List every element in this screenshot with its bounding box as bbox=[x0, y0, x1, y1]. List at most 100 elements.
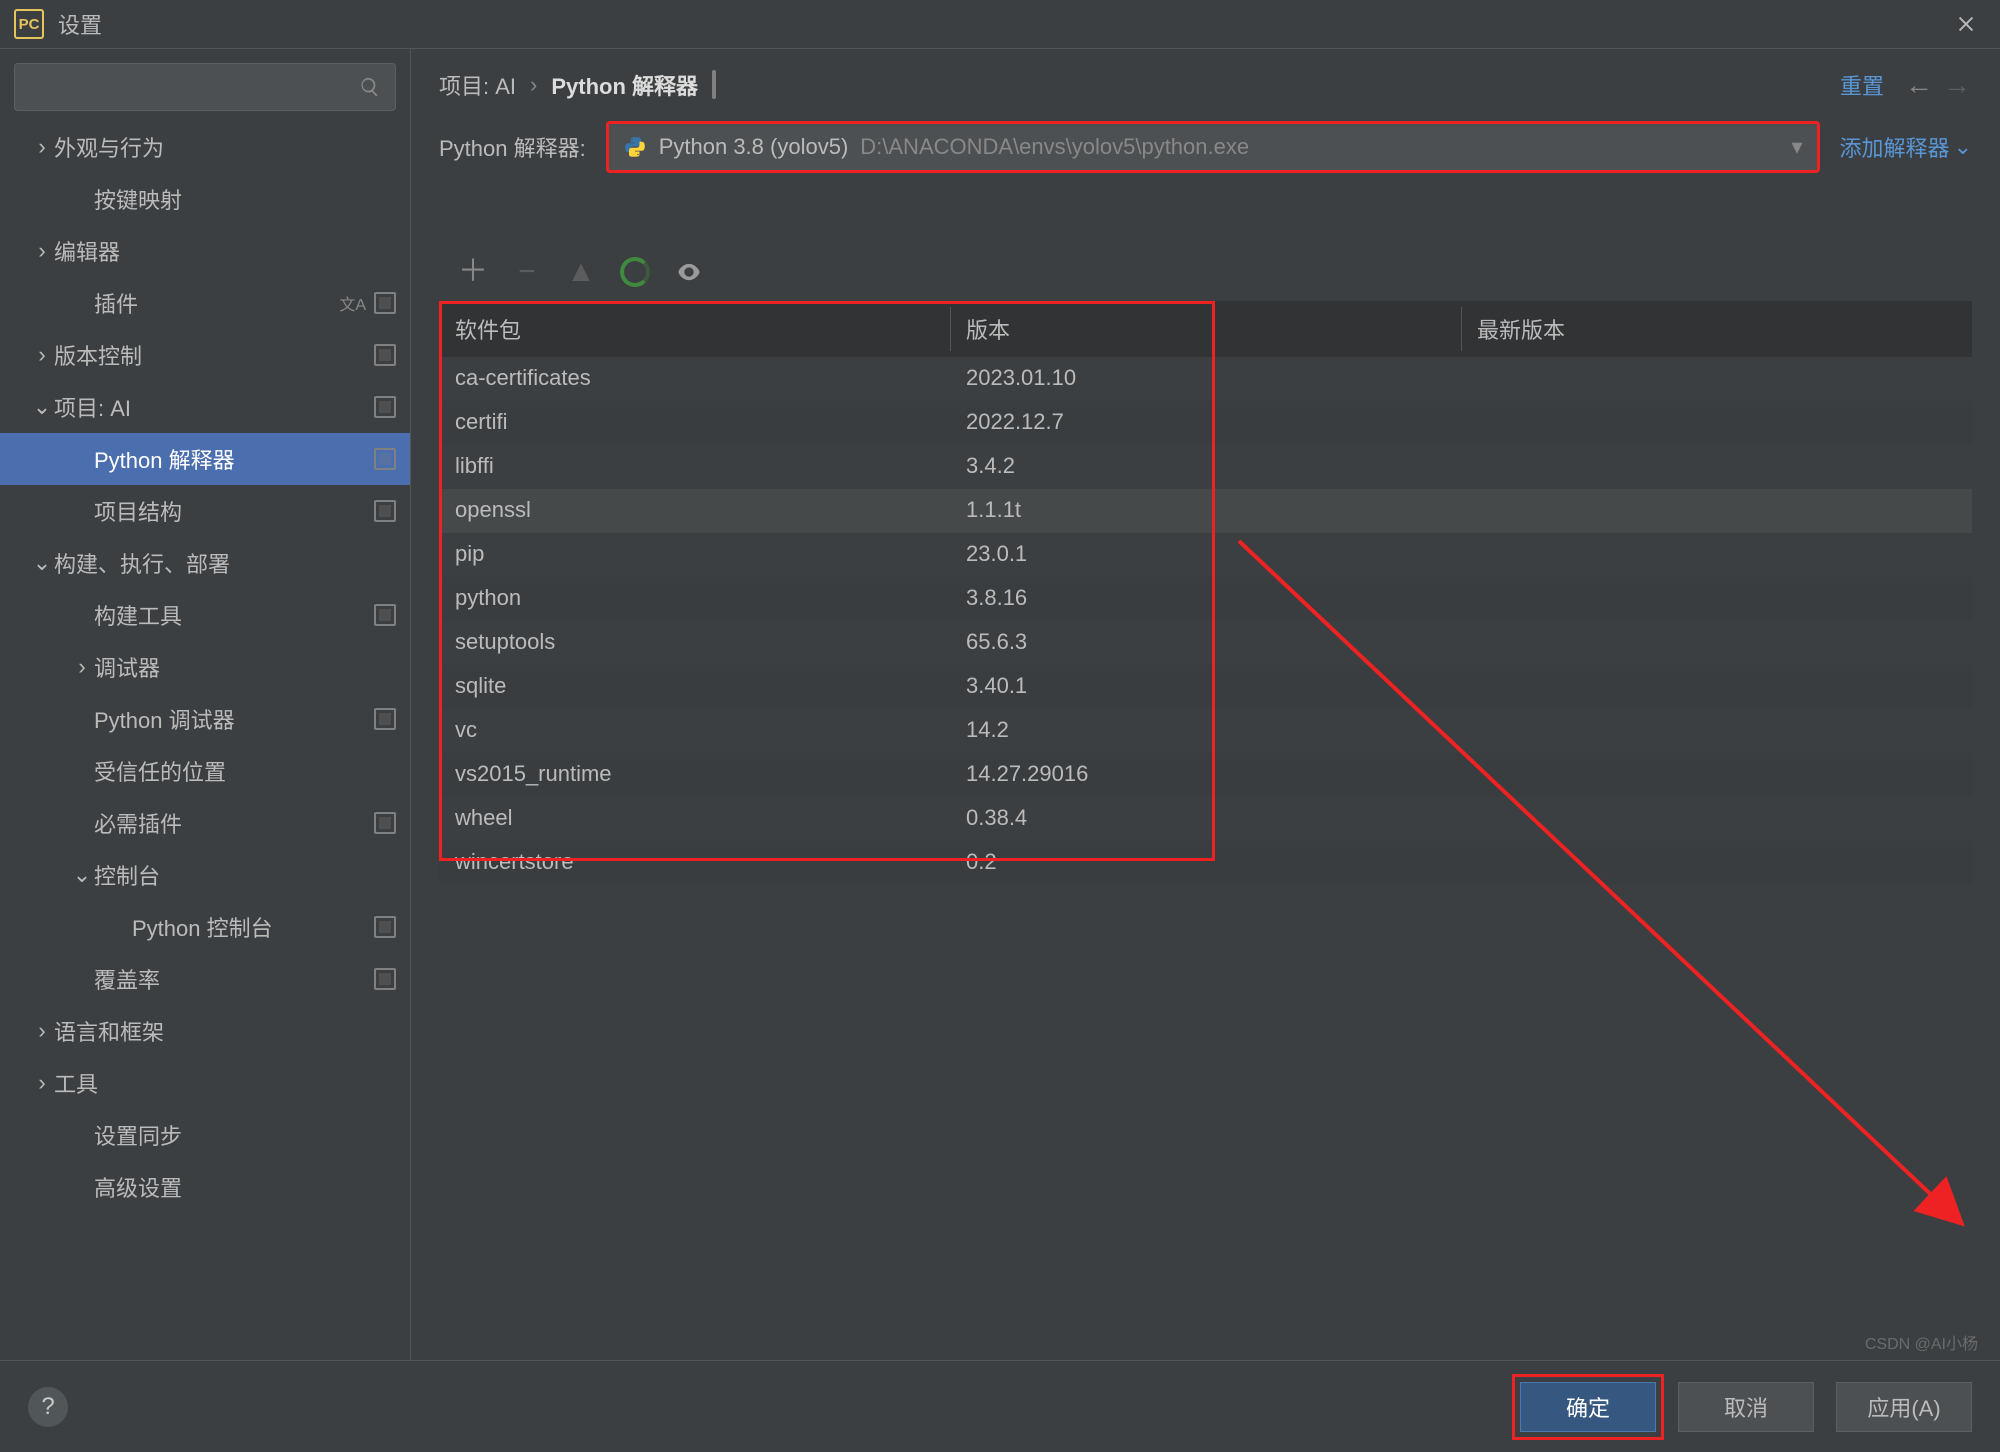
chevron-icon: ⌄ bbox=[70, 862, 94, 888]
table-cell bbox=[1461, 577, 1972, 621]
sidebar-item-label: 构建工具 bbox=[94, 599, 366, 631]
table-cell: 14.2 bbox=[950, 709, 1461, 753]
sidebar-item-label: 语言和框架 bbox=[54, 1015, 396, 1047]
cancel-button[interactable]: 取消 bbox=[1678, 1382, 1814, 1432]
breadcrumb: 项目: AI › Python 解释器 bbox=[439, 69, 1820, 101]
chevron-icon: › bbox=[30, 134, 54, 160]
interpreter-path: D:\ANACONDA\envs\yolov5\python.exe bbox=[860, 134, 1249, 160]
sidebar-item[interactable]: ·受信任的位置 bbox=[0, 745, 410, 797]
sidebar-item[interactable]: ›版本控制 bbox=[0, 329, 410, 381]
table-cell: 1.1.1t bbox=[950, 489, 1461, 533]
table-row[interactable]: certifi2022.12.7 bbox=[439, 401, 1972, 445]
table-header-row: 软件包 版本 最新版本 bbox=[439, 301, 1972, 357]
sidebar-item-label: 版本控制 bbox=[54, 339, 366, 371]
table-cell: 65.6.3 bbox=[950, 621, 1461, 665]
table-cell: 0.2 bbox=[950, 841, 1461, 885]
sidebar-item[interactable]: ·插件文A bbox=[0, 277, 410, 329]
back-icon[interactable]: ← bbox=[1904, 69, 1934, 101]
reset-link[interactable]: 重置 bbox=[1840, 69, 1884, 101]
table-cell: sqlite bbox=[439, 665, 950, 709]
sidebar-item[interactable]: ›工具 bbox=[0, 1057, 410, 1109]
python-icon bbox=[623, 135, 647, 159]
project-scope-icon bbox=[374, 968, 396, 990]
table-row[interactable]: vs2015_runtime14.27.29016 bbox=[439, 753, 1972, 797]
table-row[interactable]: python3.8.16 bbox=[439, 577, 1972, 621]
sidebar-item[interactable]: ·必需插件 bbox=[0, 797, 410, 849]
sidebar-item-label: 项目: AI bbox=[54, 391, 366, 423]
table-cell bbox=[1461, 709, 1972, 753]
col-package[interactable]: 软件包 bbox=[439, 301, 950, 357]
table-cell: 3.4.2 bbox=[950, 445, 1461, 489]
sidebar-item-label: 高级设置 bbox=[94, 1171, 396, 1203]
table-row[interactable]: pip23.0.1 bbox=[439, 533, 1972, 577]
apply-button[interactable]: 应用(A) bbox=[1836, 1382, 1972, 1432]
search-input[interactable] bbox=[14, 63, 396, 111]
sidebar-item[interactable]: ·覆盖率 bbox=[0, 953, 410, 1005]
project-scope-icon bbox=[374, 500, 396, 522]
sidebar-item[interactable]: ·项目结构 bbox=[0, 485, 410, 537]
sidebar-item[interactable]: ·Python 调试器 bbox=[0, 693, 410, 745]
table-row[interactable]: sqlite3.40.1 bbox=[439, 665, 1972, 709]
sidebar-item[interactable]: ·Python 解释器 bbox=[0, 433, 410, 485]
sidebar-item-label: 控制台 bbox=[94, 859, 396, 891]
show-early-releases-icon[interactable] bbox=[673, 256, 705, 288]
table-row[interactable]: ca-certificates2023.01.10 bbox=[439, 357, 1972, 401]
settings-sidebar: ›外观与行为·按键映射›编辑器·插件文A›版本控制⌄项目: AI·Python … bbox=[0, 49, 410, 1360]
sidebar-item[interactable]: ·按键映射 bbox=[0, 173, 410, 225]
sidebar-item[interactable]: ⌄构建、执行、部署 bbox=[0, 537, 410, 589]
chevron-down-icon: ▾ bbox=[1792, 134, 1803, 160]
sidebar-item[interactable]: ·Python 控制台 bbox=[0, 901, 410, 953]
chevron-icon: › bbox=[30, 342, 54, 368]
table-row[interactable]: vc14.2 bbox=[439, 709, 1972, 753]
project-scope-icon bbox=[374, 344, 396, 366]
crumb-page: Python 解释器 bbox=[551, 69, 698, 101]
reload-icon[interactable] bbox=[619, 256, 651, 288]
sidebar-item-label: 插件 bbox=[94, 287, 331, 319]
table-cell bbox=[1461, 841, 1972, 885]
interpreter-label: Python 解释器: bbox=[439, 131, 586, 163]
table-row[interactable]: wincertstore0.2 bbox=[439, 841, 1972, 885]
sidebar-item[interactable]: ›调试器 bbox=[0, 641, 410, 693]
table-row[interactable]: setuptools65.6.3 bbox=[439, 621, 1972, 665]
table-cell: 14.27.29016 bbox=[950, 753, 1461, 797]
language-icon: 文A bbox=[339, 291, 366, 315]
table-cell: 23.0.1 bbox=[950, 533, 1461, 577]
interpreter-select[interactable]: Python 3.8 (yolov5) D:\ANACONDA\envs\yol… bbox=[606, 121, 1820, 173]
sidebar-item[interactable]: ·高级设置 bbox=[0, 1161, 410, 1213]
sidebar-item[interactable]: ⌄项目: AI bbox=[0, 381, 410, 433]
sidebar-item[interactable]: ›外观与行为 bbox=[0, 121, 410, 173]
col-version[interactable]: 版本 bbox=[950, 301, 1461, 357]
close-icon[interactable] bbox=[1946, 4, 1986, 44]
chevron-down-icon: ⌄ bbox=[1954, 134, 1972, 160]
col-latest[interactable]: 最新版本 bbox=[1461, 301, 1972, 357]
forward-icon[interactable]: → bbox=[1942, 69, 1972, 101]
table-cell: pip bbox=[439, 533, 950, 577]
sidebar-item[interactable]: ›语言和框架 bbox=[0, 1005, 410, 1057]
add-interpreter-link[interactable]: 添加解释器 ⌄ bbox=[1840, 131, 1972, 163]
remove-package-icon[interactable]: − bbox=[511, 256, 543, 288]
table-cell: libffi bbox=[439, 445, 950, 489]
table-row[interactable]: openssl1.1.1t bbox=[439, 489, 1972, 533]
table-row[interactable]: wheel0.38.4 bbox=[439, 797, 1972, 841]
sidebar-item-label: Python 解释器 bbox=[94, 443, 366, 475]
sidebar-item[interactable]: ›编辑器 bbox=[0, 225, 410, 277]
sidebar-item[interactable]: ·设置同步 bbox=[0, 1109, 410, 1161]
ok-button[interactable]: 确定 bbox=[1520, 1382, 1656, 1432]
packages-toolbar: ＋ − ▲ bbox=[439, 243, 1972, 301]
sidebar-item[interactable]: ·构建工具 bbox=[0, 589, 410, 641]
add-package-icon[interactable]: ＋ bbox=[457, 256, 489, 288]
table-row[interactable]: libffi3.4.2 bbox=[439, 445, 1972, 489]
table-cell bbox=[1461, 797, 1972, 841]
sidebar-item-label: 调试器 bbox=[94, 651, 396, 683]
sidebar-item[interactable]: ⌄控制台 bbox=[0, 849, 410, 901]
crumb-project: 项目: AI bbox=[439, 69, 516, 101]
upgrade-package-icon[interactable]: ▲ bbox=[565, 256, 597, 288]
sidebar-item-label: 外观与行为 bbox=[54, 131, 396, 163]
help-icon[interactable]: ? bbox=[28, 1387, 68, 1427]
table-cell: 3.40.1 bbox=[950, 665, 1461, 709]
project-scope-icon bbox=[374, 604, 396, 626]
table-cell: wincertstore bbox=[439, 841, 950, 885]
table-cell bbox=[1461, 445, 1972, 489]
table-cell bbox=[1461, 665, 1972, 709]
table-cell: setuptools bbox=[439, 621, 950, 665]
